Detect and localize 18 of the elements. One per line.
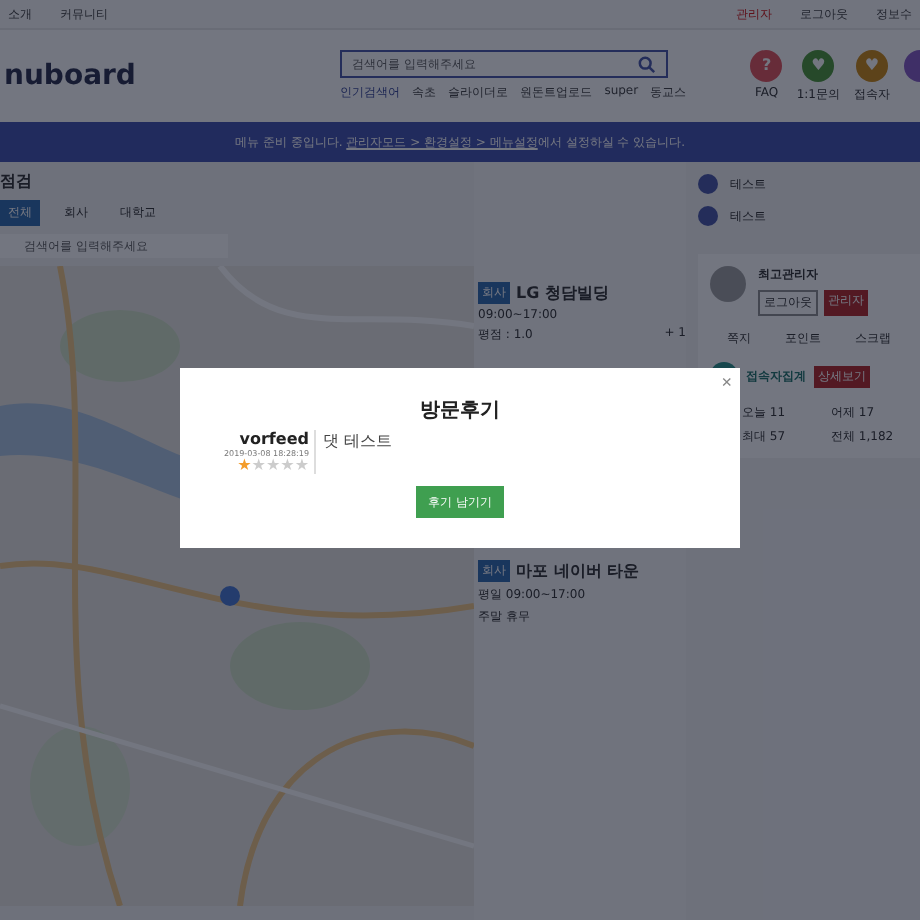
logo[interactable]: nuboard — [4, 60, 136, 92]
star-icon: ★ — [237, 458, 252, 474]
quick-link-icon[interactable]: ? — [750, 49, 783, 81]
place-name[interactable]: LG 청담빌딩 — [516, 282, 609, 304]
quick-link-icon[interactable]: ♥ — [802, 49, 835, 81]
star-icon: ★ — [251, 458, 266, 474]
dialog-title: 방문후기 — [420, 398, 500, 424]
star-icon: ★ — [265, 458, 281, 474]
quick-link-icon[interactable]: ♥ — [855, 49, 888, 81]
page-title: 점검 — [0, 170, 34, 192]
author-name: vorfeed — [239, 430, 309, 448]
star-icon: ★ — [280, 458, 295, 474]
close-button[interactable]: × — [721, 372, 732, 392]
review-text: 댓 테스트 — [320, 430, 393, 454]
star-icon: ★ — [294, 458, 309, 474]
place-name[interactable]: 마포 네이버 타운 — [516, 560, 640, 582]
search-icon[interactable] — [638, 55, 657, 73]
avatar-icon — [710, 266, 746, 302]
